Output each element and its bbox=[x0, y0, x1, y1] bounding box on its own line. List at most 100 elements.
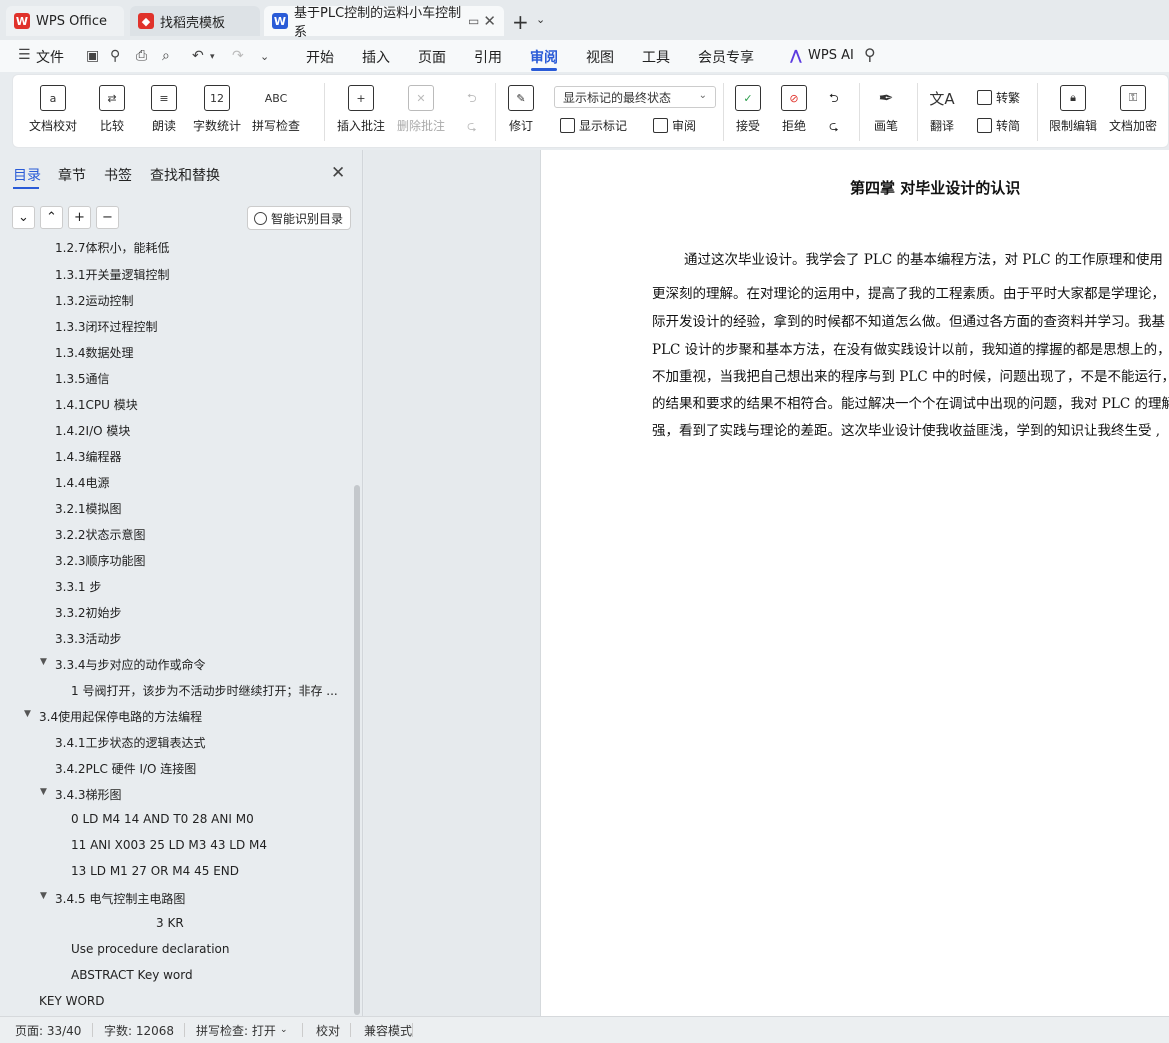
menu-tools[interactable]: 工具 bbox=[642, 47, 670, 67]
print-preview-icon[interactable]: ⌕ bbox=[162, 48, 170, 64]
to-traditional-button[interactable]: 转繁 bbox=[977, 89, 1020, 106]
tab-toc[interactable]: 目录 bbox=[13, 165, 41, 185]
toc-item[interactable]: 3.3.1 步 bbox=[55, 578, 101, 595]
expand-down-button[interactable]: ⌄ bbox=[12, 206, 35, 229]
toc-scrollbar[interactable] bbox=[354, 485, 360, 1015]
menu-page[interactable]: 页面 bbox=[418, 47, 446, 67]
markup-state-select[interactable]: 显示标记的最终状态 ⌄ bbox=[554, 86, 716, 108]
tab-wps-office[interactable]: W WPS Office bbox=[6, 6, 124, 36]
next-comment-icon[interactable]: ⮎ bbox=[467, 117, 477, 138]
share-icon[interactable]: ⚲ bbox=[110, 48, 120, 64]
toc-item[interactable]: KEY WORD bbox=[39, 994, 104, 1008]
delete-comment-button[interactable]: ✕ 删除批注 bbox=[397, 85, 445, 134]
toc-item[interactable]: 3.4.2PLC 硬件 I/O 连接图 bbox=[55, 760, 196, 777]
toc-item[interactable]: 1.4.3编程器 bbox=[55, 448, 122, 465]
toc-item[interactable]: 1.3.4数据处理 bbox=[55, 344, 134, 361]
pen-button[interactable]: ✒ 画笔 bbox=[873, 85, 899, 134]
close-pane-icon[interactable]: ✕ bbox=[331, 163, 345, 183]
toc-item[interactable]: 3.2.3顺序功能图 bbox=[55, 552, 146, 569]
toc-item[interactable]: 3.2.1模拟图 bbox=[55, 500, 122, 517]
toc-item[interactable]: 1.4.4电源 bbox=[55, 474, 110, 491]
menu-insert[interactable]: 插入 bbox=[362, 47, 390, 67]
menu-file[interactable]: 文件 bbox=[36, 47, 64, 67]
toc-item[interactable]: 1.4.2I/O 模块 bbox=[55, 422, 130, 439]
read-aloud-button[interactable]: ≡ 朗读 bbox=[151, 85, 177, 134]
toc-item[interactable]: 1.3.1开关量逻辑控制 bbox=[55, 266, 170, 283]
next-revision-icon[interactable]: ⮎ bbox=[829, 117, 839, 138]
tab-chapters[interactable]: 章节 bbox=[58, 165, 86, 185]
toc-item[interactable]: 1 号阀打开，该步为不活动步时继续打开；非存 ... bbox=[71, 682, 338, 699]
tab-bookmarks[interactable]: 书签 bbox=[104, 165, 132, 185]
menu-view[interactable]: 视图 bbox=[586, 47, 614, 67]
prev-revision-icon[interactable]: ⮌ bbox=[829, 89, 839, 110]
proofread-button[interactable]: a 文档校对 bbox=[29, 85, 77, 134]
compare-button[interactable]: ⇄ 比较 bbox=[99, 85, 125, 134]
toc-item[interactable]: 1.2.7体积小，能耗低 bbox=[55, 242, 170, 256]
collapse-up-button[interactable]: ⌃ bbox=[40, 206, 63, 229]
accept-button[interactable]: ✓ 接受 bbox=[735, 85, 761, 134]
expand-caret-icon[interactable]: ▼ bbox=[40, 891, 47, 901]
spell-check-button[interactable]: ABC 拼写检查 bbox=[252, 85, 300, 134]
search-icon[interactable]: ⚲ bbox=[864, 45, 876, 64]
toc-item-expanded[interactable]: ▼ 3.4使用起保停电路的方法编程 bbox=[24, 708, 202, 725]
toc-item[interactable]: 3.3.3活动步 bbox=[55, 630, 122, 647]
toc-item[interactable]: 1.3.5通信 bbox=[55, 370, 110, 387]
expand-caret-icon[interactable]: ▼ bbox=[24, 709, 31, 719]
proof-status[interactable]: 校对 bbox=[316, 1022, 340, 1039]
toc-item[interactable]: 1.3.3闭环过程控制 bbox=[55, 318, 158, 335]
tab-templates[interactable]: ◆ 找稻壳模板 bbox=[130, 6, 260, 36]
toc-item[interactable]: 3.2.2状态示意图 bbox=[55, 526, 146, 543]
menu-start[interactable]: 开始 bbox=[306, 47, 334, 67]
hamburger-icon[interactable]: ☰ bbox=[18, 47, 31, 63]
document-page[interactable]: 第四掌 对毕业设计的认识 通过这次毕业设计。我学会了 PLC 的基本编程方法，对… bbox=[540, 150, 1169, 1016]
expand-caret-icon[interactable]: ▼ bbox=[40, 657, 47, 667]
toc-item[interactable]: 0 LD M4 14 AND T0 28 ANI M0 bbox=[71, 812, 254, 826]
word-count-button[interactable]: 12 字数统计 bbox=[193, 85, 241, 134]
tab-list-chevron-icon[interactable]: ⌄ bbox=[536, 13, 545, 26]
tab-document[interactable]: W 基于PLC控制的运料小车控制系 ▭ ✕ bbox=[264, 6, 504, 40]
toc-item[interactable]: 3 KR bbox=[156, 916, 184, 930]
to-simplified-button[interactable]: 转简 bbox=[977, 117, 1020, 134]
menu-wps-ai[interactable]: WPS AI bbox=[808, 48, 854, 63]
page-indicator[interactable]: 页面: 33/40 bbox=[15, 1022, 81, 1039]
chevron-down-icon[interactable]: ⌄ bbox=[280, 1025, 288, 1035]
toc-item[interactable]: 13 LD M1 27 OR M4 45 END bbox=[71, 864, 239, 878]
menu-references[interactable]: 引用 bbox=[474, 47, 502, 67]
tab-find-replace[interactable]: 查找和替换 bbox=[150, 165, 220, 185]
reject-button[interactable]: ⊘ 拒绝 bbox=[781, 85, 807, 134]
redo-icon[interactable]: ↷ bbox=[232, 48, 244, 64]
new-tab-icon[interactable]: + bbox=[512, 10, 529, 34]
toc-item-expanded[interactable]: ▼ 3.4.3梯形图 bbox=[40, 786, 122, 803]
add-heading-button[interactable]: + bbox=[68, 206, 91, 229]
toc-item[interactable]: 1.4.1CPU 模块 bbox=[55, 396, 138, 413]
toc-item-expanded[interactable]: ▼ 3.3.4与步对应的动作或命令 bbox=[40, 656, 206, 673]
print-icon[interactable]: ⎙ bbox=[136, 48, 147, 64]
show-markup-button[interactable]: 显示标记 bbox=[560, 117, 627, 134]
undo-dropdown-icon[interactable]: ▾ bbox=[210, 52, 215, 62]
menu-review[interactable]: 审阅 bbox=[530, 47, 558, 67]
prev-comment-icon[interactable]: ⮌ bbox=[467, 89, 477, 110]
insert-comment-button[interactable]: + 插入批注 bbox=[337, 85, 385, 134]
revise-button[interactable]: ✎ 修订 bbox=[508, 85, 534, 134]
restrict-edit-button[interactable]: 🔒︎ 限制编辑 bbox=[1049, 85, 1097, 134]
more-chevron-icon[interactable]: ⌄ bbox=[260, 50, 269, 63]
toc-item[interactable]: Use procedure declaration bbox=[71, 942, 230, 956]
translate-button[interactable]: 文A 翻译 bbox=[929, 85, 955, 134]
toc-item[interactable]: 3.4.1工步状态的逻辑表达式 bbox=[55, 734, 206, 751]
toc-item[interactable]: 3.3.2初始步 bbox=[55, 604, 122, 621]
expand-caret-icon[interactable]: ▼ bbox=[40, 787, 47, 797]
word-count-status[interactable]: 字数: 12068 bbox=[104, 1022, 174, 1039]
toc-item[interactable]: ABSTRACT Key word bbox=[71, 968, 193, 982]
monitor-icon[interactable]: ▭ bbox=[468, 14, 479, 28]
save-icon[interactable]: ▣ bbox=[86, 48, 99, 64]
smart-toc-button[interactable]: 智能识别目录 bbox=[247, 206, 351, 230]
review-pane-button[interactable]: 审阅 bbox=[653, 117, 696, 134]
menu-membership[interactable]: 会员专享 bbox=[698, 47, 754, 67]
encrypt-button[interactable]: ⚿ 文档加密 bbox=[1109, 85, 1157, 134]
spell-check-status[interactable]: 拼写检查: 打开 bbox=[196, 1022, 276, 1039]
remove-heading-button[interactable]: − bbox=[96, 206, 119, 229]
toc-item-expanded[interactable]: ▼ 3.4.5 电气控制主电路图 bbox=[40, 890, 185, 907]
toc-item[interactable]: 11 ANI X003 25 LD M3 43 LD M4 bbox=[71, 838, 267, 852]
undo-icon[interactable]: ↶ bbox=[192, 48, 204, 64]
close-tab-icon[interactable]: ✕ bbox=[483, 12, 496, 30]
